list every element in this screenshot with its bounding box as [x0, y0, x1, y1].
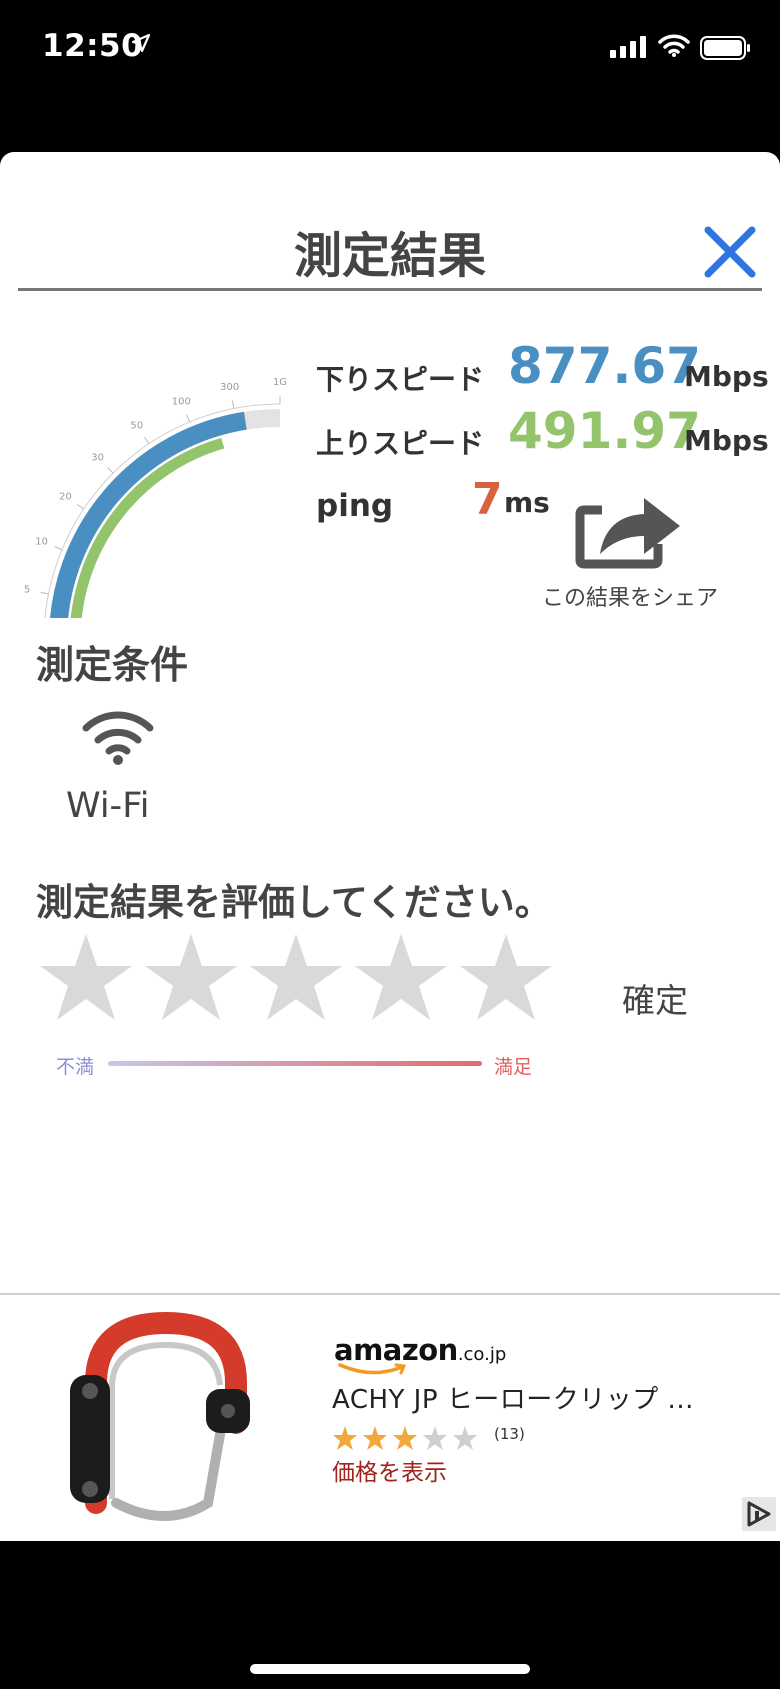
gauge-tick-mark: [186, 414, 191, 423]
amazon-logo: amazon.co.jp: [334, 1333, 507, 1375]
speed-gauge: 05102030501003001G: [24, 377, 287, 618]
wifi-icon: [82, 711, 154, 765]
status-bar: 12:50: [0, 0, 780, 100]
gauge-tick-mark: [40, 591, 49, 595]
ad-rating-star: [453, 1426, 477, 1450]
rating-star-3[interactable]: [248, 932, 344, 1024]
rating-star-5[interactable]: [458, 932, 554, 1024]
ad-rating-star: [363, 1426, 387, 1450]
amazon-brand-suffix: .co.jp: [457, 1344, 507, 1365]
gauge-tick-label: 300: [220, 382, 239, 393]
gauge-tick-label: 20: [59, 492, 72, 503]
close-icon[interactable]: [700, 222, 760, 282]
gauge-tick-mark: [144, 436, 150, 445]
amazon-brand: amazon: [334, 1333, 458, 1367]
download-value: 877.67: [508, 337, 701, 395]
product-image: [70, 1311, 250, 1521]
gauge-tick-mark: [54, 546, 63, 551]
download-label: 下りスピード: [316, 363, 485, 396]
ad-product-title: ACHY JP ヒーロークリップ ...: [332, 1385, 694, 1415]
gauge-tick-mark: [231, 400, 235, 409]
gauge-tick-mark: [107, 467, 114, 474]
status-time: 12:50: [42, 28, 144, 64]
ad-rating-stars: [333, 1426, 477, 1450]
rating-star-4[interactable]: [353, 932, 449, 1024]
upload-label: 上りスピード: [316, 427, 485, 460]
rating-prompt: 測定結果を評価してください。: [36, 881, 552, 924]
wifi-status-icon: [658, 34, 690, 57]
network-type-label: Wi-Fi: [66, 786, 150, 826]
gauge-tick-label: 30: [91, 453, 104, 464]
gauge-tick-label: 1G: [273, 377, 287, 388]
share-button[interactable]: この結果をシェア: [520, 470, 740, 620]
download-unit: Mbps: [684, 360, 769, 393]
share-icon: [575, 498, 680, 569]
satisfaction-scale-bar: [108, 1061, 482, 1066]
home-indicator: [250, 1664, 530, 1674]
close-icon-path: [704, 226, 756, 278]
gauge-tick-label: 50: [130, 421, 143, 432]
location-arrow-icon: [132, 34, 150, 52]
ad-rating-star: [333, 1426, 357, 1450]
scale-high-label: 満足: [494, 1056, 533, 1078]
upload-unit: Mbps: [684, 424, 769, 457]
scale-low-label: 不満: [56, 1056, 95, 1078]
ping-label: ping: [316, 488, 394, 524]
rating-star-2[interactable]: [143, 932, 239, 1024]
rating-star-1[interactable]: [38, 932, 134, 1024]
gauge-tick-mark: [76, 504, 85, 510]
share-label: この結果をシェア: [541, 586, 718, 611]
gauge-tick-label: 10: [35, 536, 48, 547]
confirm-button[interactable]: 確定: [622, 974, 688, 1022]
ad-rating-star: [423, 1426, 447, 1450]
title-divider: [18, 288, 762, 291]
ad-price-link[interactable]: 価格を表示: [332, 1453, 447, 1487]
gauge-tick-label: 100: [172, 397, 191, 408]
ad-rating-count: (13): [494, 1425, 525, 1443]
adchoices-icon[interactable]: [742, 1497, 776, 1531]
conditions-title: 測定条件: [36, 643, 189, 687]
amazon-smile-icon: [338, 1363, 407, 1375]
battery-icon: [700, 36, 750, 60]
cellular-signal-icon: [610, 36, 646, 58]
upload-value: 491.97: [508, 402, 701, 460]
page-title: 測定結果: [293, 228, 486, 284]
ping-value: 7: [472, 474, 503, 525]
ad-rating-star: [393, 1426, 417, 1450]
ad-banner[interactable]: amazon.co.jp ACHY JP ヒーロークリップ ... (13) 価…: [0, 1293, 780, 1541]
gauge-tick-label: 5: [24, 585, 30, 596]
